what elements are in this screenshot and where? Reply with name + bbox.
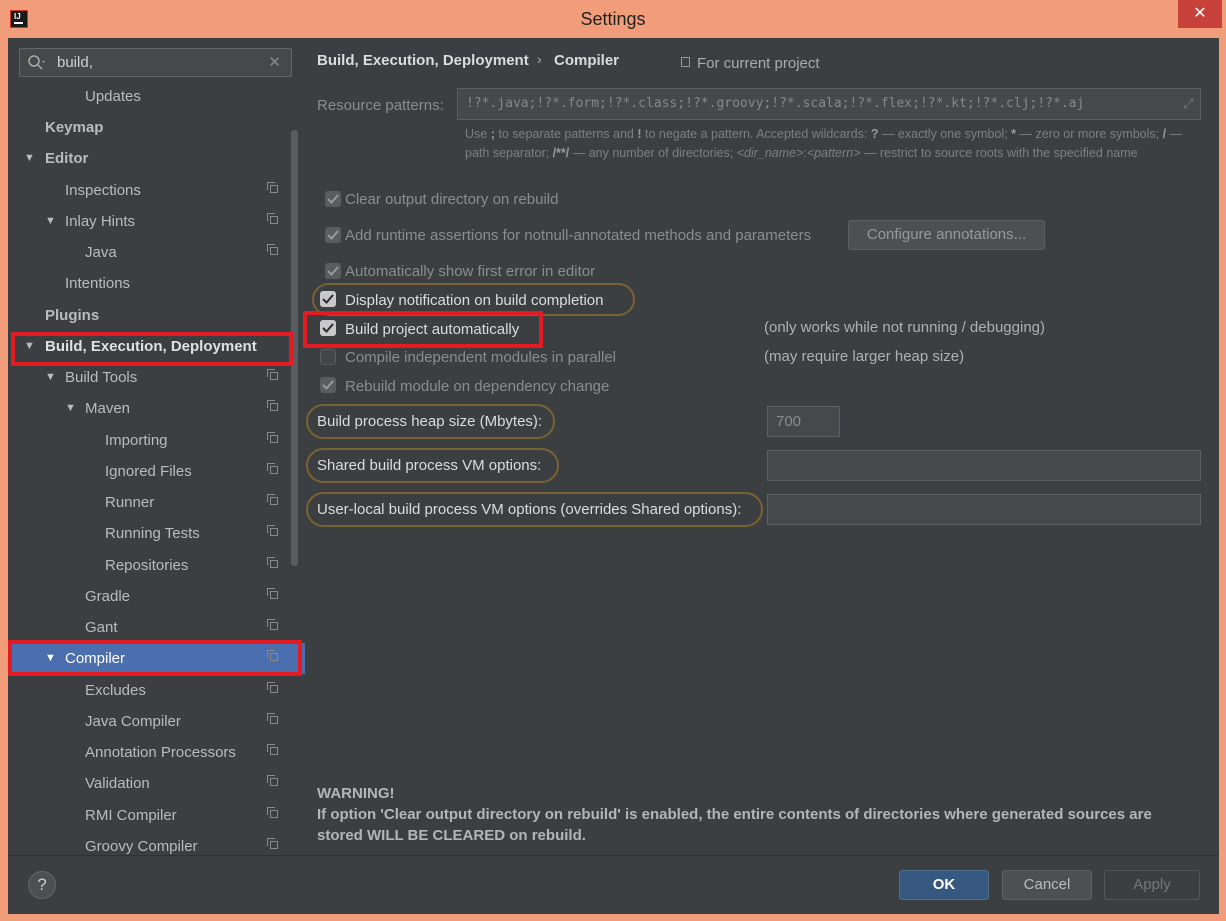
project-scope-icon (267, 838, 278, 849)
build-automatically-label: Build project automatically (345, 321, 520, 338)
rebuild-dependency-label: Rebuild module on dependency change (345, 378, 610, 395)
show-first-error-checkbox[interactable] (325, 263, 341, 279)
project-scope-icon (267, 369, 278, 380)
expand-arrow-icon[interactable]: ▼ (45, 206, 56, 237)
tree-item-ignored-files[interactable]: Ignored Files (8, 456, 305, 487)
heap-size-input[interactable]: 700 (767, 406, 840, 437)
tree-item-plugins[interactable]: Plugins (8, 300, 305, 331)
resource-patterns-label: Resource patterns: (317, 97, 444, 114)
clear-output-checkbox[interactable] (325, 191, 341, 207)
warning-message: WARNING! If option 'Clear output directo… (317, 783, 1197, 846)
project-scope-icon (267, 807, 278, 818)
search-value: build, (57, 54, 93, 71)
tree-item-inspections[interactable]: Inspections (8, 175, 305, 206)
resource-patterns-input[interactable]: !?*.java;!?*.form;!?*.class;!?*.groovy;!… (457, 88, 1201, 120)
search-icon (28, 55, 45, 70)
scope-label: For current project (697, 55, 820, 72)
expand-field-icon[interactable]: ⤢ (1183, 96, 1193, 112)
tree-item-gant[interactable]: Gant (8, 612, 305, 643)
build-automatically-checkbox[interactable] (320, 320, 336, 336)
warning-text: If option 'Clear output directory on reb… (317, 806, 1152, 844)
dialog-client: build, ✕ Updates Keymap ▼ Editor Inspecti… (8, 38, 1219, 914)
tree-item-maven[interactable]: ▼ Maven (8, 393, 305, 424)
clear-output-label: Clear output directory on rebuild (345, 191, 559, 208)
expand-arrow-icon[interactable]: ▼ (45, 362, 56, 393)
search-input[interactable]: build, ✕ (19, 48, 292, 77)
compile-parallel-checkbox[interactable] (320, 349, 336, 365)
tree-item-inlay-hints[interactable]: ▼ Inlay Hints (8, 206, 305, 237)
build-automatically-note: (only works while not running / debuggin… (764, 319, 1045, 336)
tree-item-keymap[interactable]: Keymap (8, 112, 305, 143)
tree-item-gradle[interactable]: Gradle (8, 581, 305, 612)
show-first-error-label: Automatically show first error in editor (345, 263, 596, 280)
runtime-assertions-checkbox[interactable] (325, 227, 341, 243)
runtime-assertions-label: Add runtime assertions for notnull-annot… (345, 227, 812, 244)
project-scope-icon (267, 463, 278, 474)
project-scope-icon (681, 57, 690, 67)
settings-sidebar: build, ✕ Updates Keymap ▼ Editor Inspecti… (8, 38, 305, 855)
tree-item-groovy-compiler[interactable]: Groovy Compiler (8, 831, 305, 855)
tree-item-repositories[interactable]: Repositories (8, 550, 305, 581)
title-bar: IJ Settings ✕ (0, 0, 1226, 38)
window-title: Settings (580, 9, 646, 29)
user-vm-input[interactable] (767, 494, 1201, 525)
ok-button[interactable]: OK (899, 870, 989, 900)
compiler-settings-panel: Build, Execution, Deployment › Compiler … (303, 38, 1219, 855)
tree-item-updates[interactable]: Updates (8, 81, 305, 112)
configure-annotations-button[interactable]: Configure annotations... (848, 220, 1045, 250)
breadcrumb-current: Compiler (554, 52, 620, 69)
warning-title: WARNING! (317, 785, 395, 802)
tree-item-build-tools[interactable]: ▼ Build Tools (8, 362, 305, 393)
tree-item-runner[interactable]: Runner (8, 487, 305, 518)
tree-item-editor[interactable]: ▼ Editor (8, 143, 305, 174)
close-window-button[interactable]: ✕ (1178, 0, 1222, 28)
project-scope-icon (267, 244, 278, 255)
help-button[interactable]: ? (28, 871, 56, 899)
project-scope-icon (267, 432, 278, 443)
dialog-button-bar: ? OK Cancel Apply (8, 855, 1219, 914)
breadcrumb-separator: › (537, 51, 542, 67)
display-notification-label: Display notification on build completion (345, 292, 604, 309)
compile-parallel-label: Compile independent modules in parallel (345, 349, 617, 366)
project-scope-icon (267, 400, 278, 411)
display-notification-checkbox[interactable] (320, 291, 336, 307)
user-vm-label: User-local build process VM options (ove… (317, 501, 742, 518)
heap-size-label: Build process heap size (Mbytes): (317, 413, 543, 430)
tree-item-annotation-processors[interactable]: Annotation Processors (8, 737, 305, 768)
tree-item-excludes[interactable]: Excludes (8, 675, 305, 706)
tree-item-running-tests[interactable]: Running Tests (8, 518, 305, 549)
apply-button[interactable]: Apply (1104, 870, 1200, 900)
rebuild-dependency-checkbox[interactable] (320, 377, 336, 393)
project-scope-icon (267, 619, 278, 630)
project-scope-icon (267, 213, 278, 224)
project-scope-icon (267, 744, 278, 755)
project-scope-icon (267, 557, 278, 568)
tree-item-java-compiler[interactable]: Java Compiler (8, 706, 305, 737)
highlight-box-compiler (8, 640, 302, 676)
compile-parallel-note: (may require larger heap size) (764, 348, 965, 365)
highlight-box-build-execution (11, 332, 293, 366)
cancel-button[interactable]: Cancel (1002, 870, 1092, 900)
shared-vm-label: Shared build process VM options: (317, 457, 542, 474)
project-scope-icon (267, 494, 278, 505)
project-scope-icon (267, 775, 278, 786)
breadcrumb-parent[interactable]: Build, Execution, Deployment (317, 52, 529, 69)
resource-patterns-help: Use ; to separate patterns and ! to nega… (465, 127, 1183, 160)
project-scope-icon (267, 525, 278, 536)
project-scope-icon (267, 682, 278, 693)
project-scope-icon (267, 713, 278, 724)
expand-arrow-icon[interactable]: ▼ (24, 143, 35, 174)
expand-arrow-icon[interactable]: ▼ (65, 393, 76, 424)
project-scope-icon (267, 182, 278, 193)
tree-item-rmi-compiler[interactable]: RMI Compiler (8, 800, 305, 831)
tree-item-importing[interactable]: Importing (8, 425, 305, 456)
shared-vm-input[interactable] (767, 450, 1201, 481)
clear-search-icon[interactable]: ✕ (268, 53, 281, 71)
settings-window: IJ Settings ✕ build, ✕ Updates Keymap ▼ E… (0, 0, 1226, 921)
tree-item-java[interactable]: Java (8, 237, 305, 268)
tree-item-validation[interactable]: Validation (8, 768, 305, 799)
tree-item-intentions[interactable]: Intentions (8, 268, 305, 299)
project-scope-icon (267, 588, 278, 599)
